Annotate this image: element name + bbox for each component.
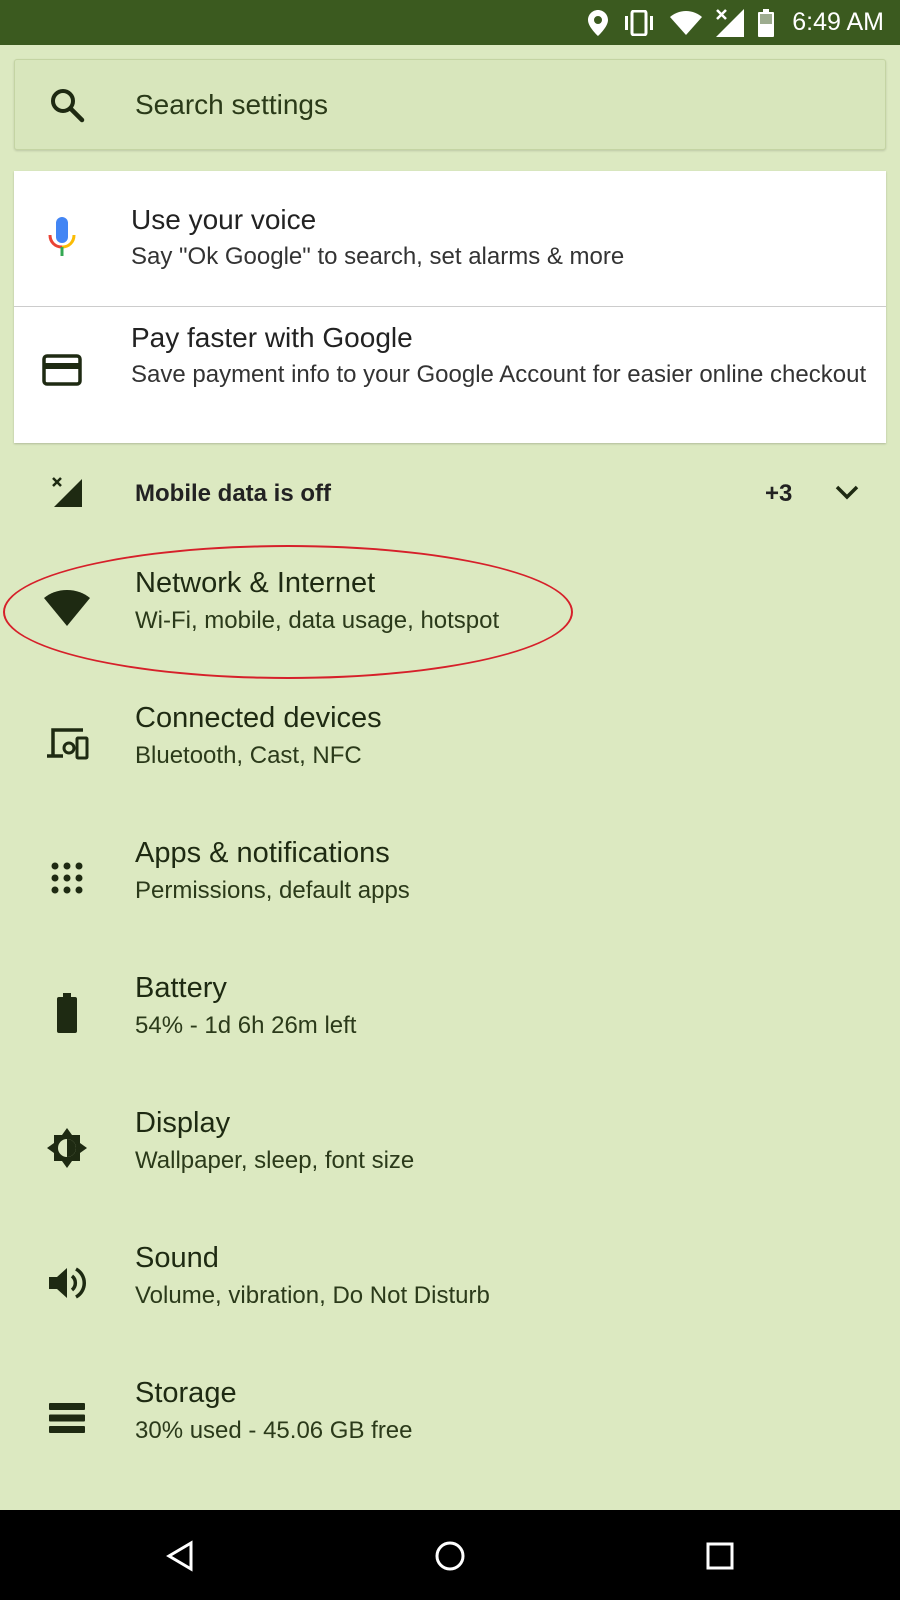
status-bar: 6:49 AM <box>0 0 900 45</box>
settings-item-subtitle: Wallpaper, sleep, font size <box>135 1147 415 1174</box>
settings-item-apps[interactable]: Apps & notifications Permissions, defaul… <box>0 815 900 950</box>
suggestion-title: Use your voice <box>131 204 317 235</box>
battery-icon <box>44 990 90 1036</box>
brightness-icon <box>44 1125 90 1171</box>
credit-card-icon <box>42 354 82 391</box>
volume-icon <box>44 1260 90 1306</box>
wifi-icon <box>44 585 90 631</box>
condition-mobile-data[interactable]: Mobile data is off +3 <box>0 448 900 540</box>
navigation-bar <box>0 1510 900 1600</box>
settings-item-connected-devices[interactable]: Connected devices Bluetooth, Cast, NFC <box>0 680 900 815</box>
devices-icon <box>44 720 90 766</box>
wifi-icon <box>670 10 703 35</box>
settings-item-title: Storage <box>135 1377 237 1409</box>
recents-icon[interactable] <box>702 1538 738 1574</box>
battery-icon <box>758 8 775 37</box>
settings-item-subtitle: Permissions, default apps <box>135 877 410 904</box>
search-icon[interactable] <box>49 87 85 128</box>
vibrate-icon <box>622 9 656 36</box>
apps-grid-icon <box>44 855 90 901</box>
settings-item-display[interactable]: Display Wallpaper, sleep, font size <box>0 1085 900 1220</box>
chevron-down-icon[interactable] <box>834 484 860 507</box>
suggestion-title: Pay faster with Google <box>131 322 413 353</box>
location-icon <box>588 9 609 36</box>
condition-count: +3 <box>765 480 793 507</box>
suggestion-card-voice[interactable]: Use your voice Say "Ok Google" to search… <box>14 171 886 307</box>
settings-item-title: Connected devices <box>135 702 382 734</box>
suggestion-subtitle: Say "Ok Google" to search, set alarms & … <box>131 243 625 270</box>
suggestion-subtitle: Save payment info to your Google Account… <box>131 361 867 388</box>
settings-item-subtitle: 30% used - 45.06 GB free <box>135 1417 413 1444</box>
clock: 6:49 AM <box>792 8 884 36</box>
signal-off-icon <box>52 477 82 512</box>
search-placeholder[interactable]: Search settings <box>135 89 328 121</box>
settings-item-title: Battery <box>135 972 227 1004</box>
condition-text: Mobile data is off <box>135 480 332 507</box>
settings-item-title: Apps & notifications <box>135 837 390 869</box>
suggestion-card-pay[interactable]: Pay faster with Google Save payment info… <box>14 307 886 443</box>
settings-item-storage[interactable]: Storage 30% used - 45.06 GB free <box>0 1355 900 1490</box>
home-icon[interactable] <box>432 1538 468 1574</box>
microphone-icon <box>42 217 82 262</box>
settings-item-sound[interactable]: Sound Volume, vibration, Do Not Disturb <box>0 1220 900 1355</box>
settings-item-title: Sound <box>135 1242 219 1274</box>
settings-item-title: Display <box>135 1107 231 1139</box>
settings-item-subtitle: Volume, vibration, Do Not Disturb <box>135 1282 490 1309</box>
back-icon[interactable] <box>162 1538 198 1574</box>
signal-off-icon <box>716 8 745 37</box>
settings-item-subtitle: Wi-Fi, mobile, data usage, hotspot <box>135 607 500 634</box>
storage-icon <box>44 1395 90 1441</box>
settings-item-subtitle: 54% - 1d 6h 26m left <box>135 1012 357 1039</box>
settings-item-battery[interactable]: Battery 54% - 1d 6h 26m left <box>0 950 900 1085</box>
settings-item-subtitle: Bluetooth, Cast, NFC <box>135 742 362 769</box>
search-bar[interactable]: Search settings <box>14 59 886 150</box>
settings-item-title: Network & Internet <box>135 567 376 599</box>
settings-item-network[interactable]: Network & Internet Wi-Fi, mobile, data u… <box>0 545 900 680</box>
